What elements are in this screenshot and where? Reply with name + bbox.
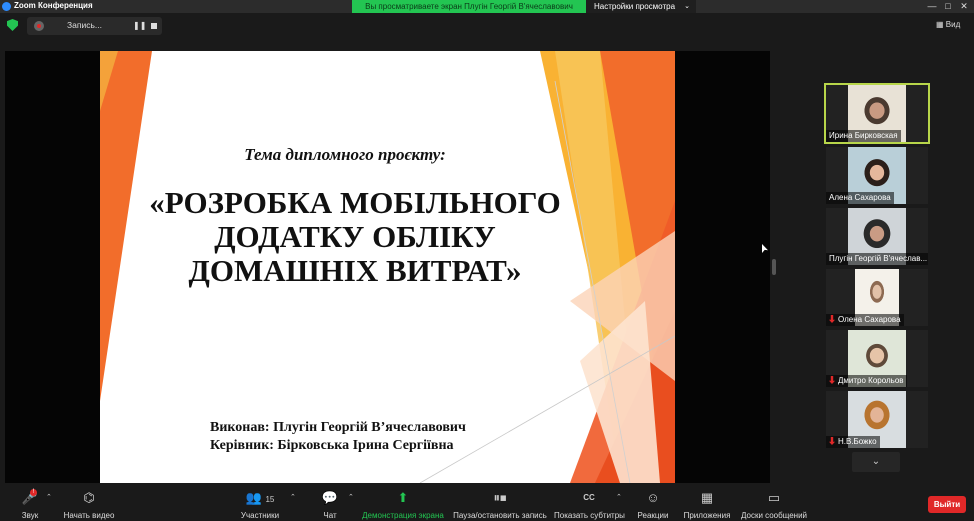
chevron-down-icon: ⌄ <box>684 3 690 10</box>
audio-options-caret-icon[interactable]: ⌃ <box>46 493 52 501</box>
slide-author: Виконав: Плугін Георгій В’ячеславович <box>210 420 466 435</box>
whiteboards-button[interactable]: ▭ Доски сообщений <box>740 487 808 521</box>
view-options-button[interactable]: Настройки просмотра ⌄ <box>586 0 696 13</box>
share-screen-button[interactable]: ⬆ Демонстрация экрана <box>362 487 444 521</box>
recording-label: Запись... <box>67 20 102 30</box>
participant-name: Олена Сахарова <box>826 314 904 326</box>
title-bar: Zoom Конференция Вы просматриваете экран… <box>0 0 974 13</box>
start-video-label: Начать видео <box>63 511 115 520</box>
whiteboard-icon: ▭ <box>767 490 781 505</box>
whiteboards-label: Доски сообщений <box>740 511 807 520</box>
share-screen-label: Демонстрация экрана <box>362 511 444 520</box>
mic-muted-icon <box>829 315 835 323</box>
zoom-logo-icon <box>2 2 11 11</box>
presentation-slide: Тема дипломного проєкту: «РОЗРОБКА МОБІЛ… <box>100 51 675 483</box>
chat-icon: 💬 <box>321 490 339 505</box>
pause-icon[interactable]: ❚❚ <box>133 21 146 30</box>
participants-count: 15 <box>265 495 275 504</box>
chat-button[interactable]: 💬 Чат <box>316 487 344 521</box>
share-screen-icon: ⬆ <box>397 490 409 505</box>
apps-label: Приложения <box>683 511 731 520</box>
chat-label: Чат <box>323 511 337 520</box>
recording-dot-icon <box>34 21 44 31</box>
view-button-label: Вид <box>945 20 961 29</box>
pause-stop-icon: ⏸⏹ <box>493 490 507 505</box>
participant-name: Ирина Бирковская <box>826 130 901 142</box>
reactions-label: Реакции <box>637 511 669 520</box>
pause-stop-recording-button[interactable]: ⏸⏹ Пауза/остановить запись <box>452 487 548 521</box>
participant-tile[interactable]: Дмитро Корольов <box>826 330 928 387</box>
participants-button[interactable]: 👥 15 Участники <box>236 487 284 521</box>
apps-button[interactable]: ▦ Приложения <box>682 487 732 521</box>
show-captions-label: Показать субтитры <box>554 511 625 520</box>
minimize-icon[interactable]: — <box>924 0 940 13</box>
pause-stop-recording-label: Пауза/остановить запись <box>453 511 547 520</box>
stop-icon[interactable] <box>151 23 157 29</box>
closed-captions-icon: CC <box>583 493 595 502</box>
apps-icon: ▦ <box>700 490 714 505</box>
participant-name: Алена Сахарова <box>826 192 894 204</box>
participant-tile[interactable]: Ирина Бирковская <box>824 83 930 144</box>
status-row: Запись... ❚❚ ▦ Вид <box>0 13 974 39</box>
participant-tile[interactable]: Олена Сахарова <box>826 269 928 326</box>
participant-tile[interactable]: Плугін Георгій В'ячеслав... <box>826 208 928 265</box>
reactions-button[interactable]: ☺ Реакции <box>634 487 672 521</box>
slide-title: «РОЗРОБКА МОБІЛЬНОГО ДОДАТКУ ОБЛІКУ ДОМА… <box>149 185 561 288</box>
mic-muted-icon <box>829 376 835 384</box>
leave-button[interactable]: Выйти <box>928 496 966 513</box>
participants-options-caret-icon[interactable]: ⌃ <box>290 493 296 501</box>
audio-label: Звук <box>21 511 39 520</box>
captions-options-caret-icon[interactable]: ⌃ <box>616 493 622 501</box>
participant-name: Н.В.Божко <box>826 436 880 448</box>
app-title: Zoom Конференция <box>14 1 93 10</box>
close-icon[interactable]: ✕ <box>956 0 972 13</box>
start-video-button[interactable]: ⌬ Начать видео <box>60 487 118 521</box>
alert-badge: ! <box>30 489 37 496</box>
scroll-down-button[interactable]: ⌄ <box>852 452 900 472</box>
participants-icon: 👥 15 <box>245 490 275 505</box>
mic-muted-icon <box>829 437 835 445</box>
participant-tile[interactable]: Алена Сахарова <box>826 147 928 204</box>
slide-topic: Тема дипломного проєкту: <box>244 145 446 164</box>
chevron-down-icon: ⌄ <box>871 456 881 467</box>
participants-label: Участники <box>240 511 280 520</box>
security-shield-icon[interactable] <box>7 19 18 31</box>
maximize-icon[interactable]: □ <box>940 0 956 13</box>
meeting-toolbar: 🎤 Звук ! ⌃ ⌬ Начать видео 👥 15 Участники… <box>0 487 974 521</box>
slide-supervisor: Керівник: Бірковська Ірина Сергіївна <box>210 438 454 453</box>
video-off-icon: ⌬ <box>83 490 95 505</box>
participant-name: Дмитро Корольов <box>826 375 907 387</box>
view-options-label: Настройки просмотра <box>594 2 676 11</box>
chat-options-caret-icon[interactable]: ⌃ <box>348 493 354 501</box>
reactions-icon: ☺ <box>646 490 660 505</box>
share-banner: Вы просматриваете экран Плугін Георгій В… <box>352 0 586 13</box>
recording-indicator: Запись... ❚❚ <box>27 17 162 35</box>
participant-tile[interactable]: Н.В.Божко <box>826 391 928 448</box>
view-button[interactable]: ▦ Вид <box>936 20 960 29</box>
panel-splitter-handle[interactable] <box>772 259 776 275</box>
show-captions-button[interactable]: CC Показать субтитры <box>554 487 625 521</box>
zoom-window: Zoom Конференция Вы просматриваете экран… <box>0 0 974 521</box>
participant-name: Плугін Георгій В'ячеслав... <box>826 253 928 265</box>
